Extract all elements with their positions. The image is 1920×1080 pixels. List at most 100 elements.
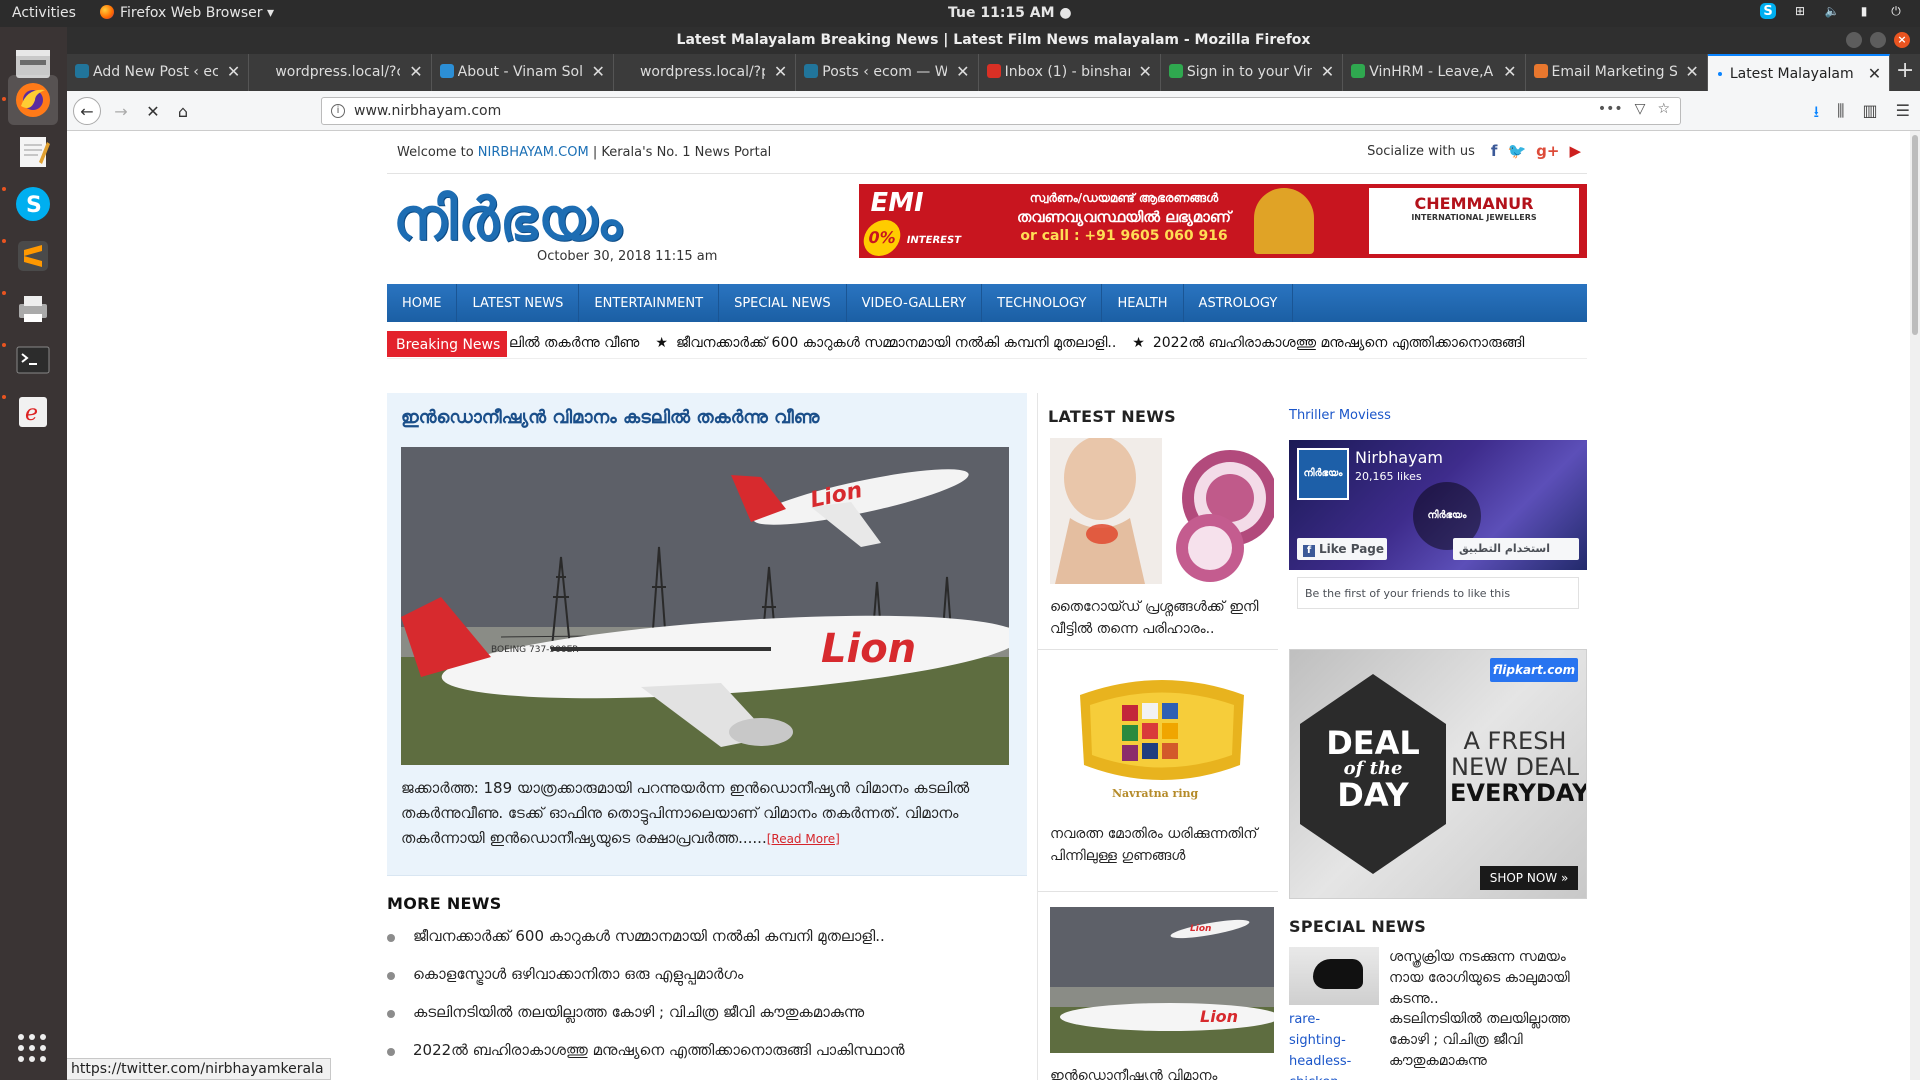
flipkart-deal-ad[interactable]: flipkart.com DEAL of the DAY A FRESH NEW… — [1289, 649, 1587, 899]
firefox-launcher[interactable] — [8, 75, 58, 125]
site-home-link[interactable]: NIRBHAYAM.COM — [478, 145, 589, 160]
ticker-item[interactable]: 2022ൽ ബഹിരാകാശത്തു മനുഷ്യനെ എത്തിക്കാനൊര… — [1153, 335, 1524, 351]
sublime-launcher[interactable] — [8, 231, 58, 281]
minimize-button[interactable] — [1846, 32, 1862, 48]
pocket-icon[interactable]: ▽ — [1635, 101, 1646, 117]
facebook-page-widget[interactable]: നിർഭയം Nirbhayam 20,165 likes നിർഭയം f Li… — [1289, 440, 1587, 570]
close-tab-icon[interactable]: ✕ — [1503, 62, 1516, 81]
close-tab-icon[interactable]: ✕ — [1685, 62, 1698, 81]
more-news-item[interactable]: കൊളസ്ട്രോൾ ഒഴിവാക്കാനിതാ ഒരു എളുപ്പമാർഗം — [387, 965, 1027, 1003]
close-tab-icon[interactable]: ✕ — [592, 62, 605, 81]
new-tab-button[interactable]: + — [1890, 54, 1920, 91]
youtube-icon[interactable]: ▶ — [1569, 142, 1581, 160]
scrollbar-thumb[interactable] — [1912, 135, 1918, 335]
tab-3[interactable]: About - Vinam Sol ✕ — [432, 54, 614, 91]
nav-item-entertainment[interactable]: ENTERTAINMENT — [579, 284, 720, 322]
thriller-movies-link[interactable]: Thriller Moviess — [1289, 393, 1587, 423]
network-icon[interactable]: ⊞ — [1792, 3, 1808, 19]
text-editor-launcher[interactable] — [8, 127, 58, 177]
forward-button[interactable]: → — [107, 97, 135, 125]
close-tab-icon[interactable]: ✕ — [227, 62, 240, 81]
back-button[interactable]: ← — [73, 97, 101, 125]
close-tab-icon[interactable]: ✕ — [956, 62, 969, 81]
volume-icon[interactable]: 🔈 — [1824, 3, 1840, 19]
facebook-like-page-button[interactable]: f Like Page — [1297, 538, 1387, 560]
tab-10[interactable]: Latest Malayalam ✕ — [1707, 54, 1891, 91]
twitter-icon[interactable]: 🐦 — [1507, 142, 1526, 160]
terminal-launcher[interactable] — [8, 335, 58, 385]
thyroid-thumbnail[interactable] — [1050, 438, 1274, 584]
nav-item-technology[interactable]: TECHNOLOGY — [982, 284, 1103, 322]
tab-5[interactable]: Posts ‹ ecom — Word ✕ — [796, 54, 979, 91]
shop-now-button[interactable]: SHOP NOW » — [1480, 866, 1578, 890]
dog-thumbnail[interactable] — [1289, 947, 1379, 1005]
downloads-icon[interactable]: ⭳ — [1814, 101, 1820, 128]
navratna-ring-thumbnail[interactable]: Navratna ring — [1050, 665, 1274, 811]
latest-news-item[interactable]: Navratna ring നവരത്ന മോതിരം ധരിക്കുന്നതി… — [1050, 665, 1274, 867]
tab-8[interactable]: VinHRM - Leave,A ✕ — [1343, 54, 1526, 91]
latest-news-title[interactable]: തൈറോയ്ഡ് പ്രശ്നങ്ങൾക്ക് ഇനി വീട്ടിൽ തന്ന… — [1050, 596, 1274, 640]
close-tab-icon[interactable]: ✕ — [774, 62, 787, 81]
broken-image-alt-link[interactable]: rare-sighting-headless-chicken- — [1289, 1009, 1375, 1080]
hamburger-menu-icon[interactable]: ☰ — [1896, 101, 1910, 128]
tab-7[interactable]: Sign in to your Vin ✕ — [1161, 54, 1344, 91]
close-tab-icon[interactable]: ✕ — [1868, 64, 1881, 83]
more-news-item[interactable]: ജീവനക്കാർക്ക് 600 കാറുകൾ സമ്മാനമായി നൽകി… — [387, 927, 1027, 965]
stop-button[interactable]: ✕ — [139, 97, 167, 125]
close-tab-icon[interactable]: ✕ — [409, 62, 422, 81]
home-button[interactable]: ⌂ — [169, 97, 197, 125]
address-bar[interactable]: i www.nirbhayam.com ••• ▽ ☆ — [321, 97, 1681, 125]
close-tab-icon[interactable]: ✕ — [1138, 62, 1151, 81]
read-more-link[interactable]: [Read More] — [767, 832, 840, 846]
more-news-item[interactable]: 2022ൽ ബഹിരാകാശത്തു മനുഷ്യനെ എത്തിക്കാനൊര… — [387, 1041, 1027, 1079]
battery-icon[interactable]: ▮ — [1856, 3, 1872, 19]
page-scrollbar[interactable] — [1910, 131, 1920, 1080]
page-actions-icon[interactable]: ••• — [1598, 101, 1623, 117]
special-news-title[interactable]: കടലിനടിയിൽ തലയില്ലാത്ത കോഴി ; വിചിത്ര ജീ… — [1389, 1009, 1587, 1072]
sidebar-icon[interactable]: ▥ — [1863, 101, 1878, 128]
nav-item-astrology[interactable]: ASTROLOGY — [1184, 284, 1294, 322]
nav-item-home[interactable]: HOME — [387, 284, 458, 322]
site-info-icon[interactable]: i — [331, 104, 345, 118]
google-plus-icon[interactable]: g+ — [1536, 142, 1559, 160]
facebook-icon[interactable]: f — [1491, 142, 1498, 160]
ticker-text[interactable]: ലിൽ തകർന്നു വീണു ★ ജീവനക്കാർക്ക് 600 കാറുക… — [509, 335, 1524, 351]
ticker-item[interactable]: ലിൽ തകർന്നു വീണു — [509, 335, 639, 351]
maximize-button[interactable] — [1870, 32, 1886, 48]
tab-4[interactable]: wordpress.local/?p=3 ✕ — [614, 54, 797, 91]
clock[interactable]: Tue 11:15 AM ● — [948, 5, 1072, 21]
nav-item-special-news[interactable]: SPECIAL NEWS — [719, 284, 847, 322]
latest-news-item[interactable]: Lion Lion ഇൻഡൊനീഷ്യൻ വിമാനം — [1050, 907, 1274, 1080]
tab-9[interactable]: Email Marketing S ✕ — [1526, 54, 1708, 91]
plane-thumbnail[interactable]: Lion Lion — [1050, 907, 1274, 1053]
chemmanur-ad-banner[interactable]: EMI 0% INTEREST സ്വർണം/ഡയമണ്ട് ആഭരണങ്ങൾ … — [859, 184, 1587, 258]
tab-6[interactable]: Inbox (1) - binshar ✕ — [979, 54, 1161, 91]
special-news-title[interactable]: ശസ്ത്രക്രിയ നടക്കുന്ന സമയം നായ രോഗിയുടെ … — [1389, 947, 1587, 1010]
latest-news-item[interactable]: തൈറോയ്ഡ് പ്രശ്നങ്ങൾക്ക് ഇനി വീട്ടിൽ തന്ന… — [1050, 438, 1274, 640]
facebook-page-name[interactable]: Nirbhayam — [1355, 448, 1443, 467]
app-menu[interactable]: Firefox Web Browser ▾ — [100, 5, 274, 21]
nav-item-health[interactable]: HEALTH — [1102, 284, 1184, 322]
close-window-button[interactable]: × — [1894, 32, 1910, 48]
library-icon[interactable]: ⫼ — [1837, 101, 1844, 128]
nav-item-video-gallery[interactable]: VIDEO-GALLERY — [847, 284, 983, 322]
more-news-item[interactable]: കടലിനടിയിൽ തലയില്ലാത്ത കോഴി ; വിചിത്ര ജീ… — [387, 1003, 1027, 1041]
ticker-item[interactable]: ജീവനക്കാർക്ക് 600 കാറുകൾ സമ്മാനമായി നൽകി… — [676, 335, 1116, 351]
editor-launcher[interactable]: e — [8, 387, 58, 437]
power-icon[interactable]: ⏻ — [1888, 3, 1904, 19]
latest-news-title[interactable]: നവരത്ന മോതിരം ധരിക്കുന്നതിന് പിന്നിലുള്ള… — [1050, 823, 1274, 867]
nav-item-latest-news[interactable]: LATEST NEWS — [457, 284, 580, 322]
skype-tray-icon[interactable]: S — [1760, 3, 1776, 19]
activities-button[interactable]: Activities — [12, 5, 76, 21]
featured-title[interactable]: ഇൻഡൊനീഷ്യൻ വിമാനം കടലിൽ തകർന്നു വീണു — [387, 393, 1027, 428]
show-applications-icon[interactable] — [18, 1034, 46, 1062]
system-tray[interactable]: S ⊞ 🔈 ▮ ⏻ — [1760, 3, 1904, 19]
tab-2[interactable]: wordpress.local/?cat ✕ — [249, 54, 432, 91]
facebook-page-logo[interactable]: നിർഭയം — [1297, 448, 1349, 500]
facebook-use-app-button[interactable]: استخدام التطبيق — [1453, 538, 1579, 560]
featured-image[interactable]: Lion Lion BOEING 737-900ER — [401, 447, 1009, 765]
printer-launcher[interactable] — [8, 283, 58, 333]
bookmark-star-icon[interactable]: ☆ — [1657, 101, 1670, 117]
close-tab-icon[interactable]: ✕ — [1321, 62, 1334, 81]
tab-1[interactable]: Add New Post ‹ ecom ✕ — [67, 54, 250, 91]
